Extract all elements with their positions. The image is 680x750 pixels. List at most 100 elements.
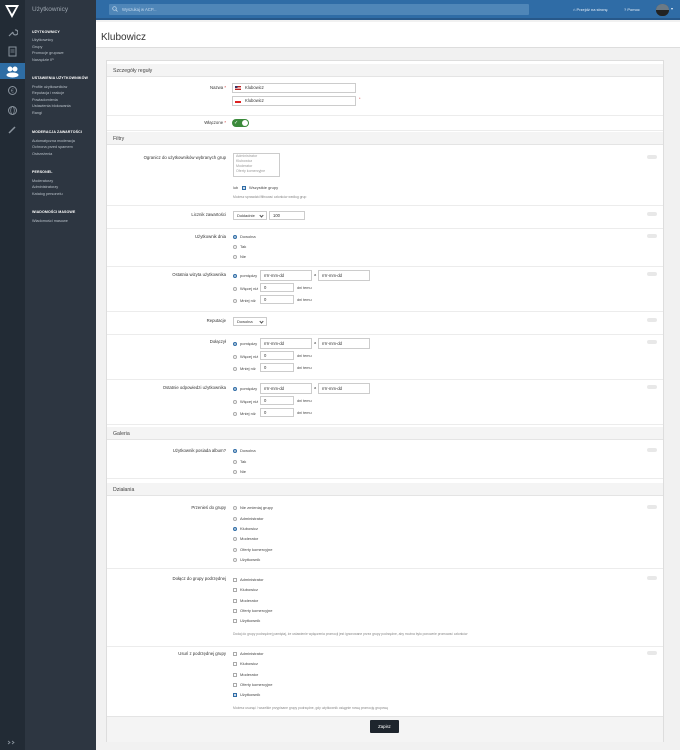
globe-icon[interactable] xyxy=(7,105,18,116)
date-from-input[interactable]: rrrr-mm-dd xyxy=(260,338,312,349)
lock-toggle[interactable] xyxy=(647,318,657,322)
save-button[interactable]: Zapisz xyxy=(370,720,399,733)
date-to-input[interactable]: rrrr-mm-dd xyxy=(318,383,370,394)
move-option[interactable]: Nie zmieniaj grupy xyxy=(233,505,273,510)
days-more-input[interactable]: 0 xyxy=(260,396,294,405)
nav-item-automoderation[interactable]: Automatyczna moderacja xyxy=(32,139,75,143)
nav-item-staff-directory[interactable]: Katalog personelu xyxy=(32,192,63,196)
radio-no[interactable]: Nie xyxy=(233,469,246,474)
nav-item-users[interactable]: Użytkownicy xyxy=(32,38,53,42)
date-from-input[interactable]: rrrr-mm-dd xyxy=(260,383,312,394)
add-option[interactable]: Administrator xyxy=(233,577,264,582)
date-to-input[interactable]: rrrr-mm-dd xyxy=(318,338,370,349)
lock-toggle[interactable] xyxy=(647,651,657,655)
move-group-label: Przenieś do grupy xyxy=(191,505,226,510)
search-input[interactable]: Wyszukaj w ACP... xyxy=(109,4,529,15)
lock-toggle[interactable] xyxy=(647,448,657,452)
remove-option[interactable]: Klubowicz xyxy=(233,661,258,666)
radio-less-than[interactable]: Mniej niż xyxy=(233,411,256,416)
radio-between[interactable]: pomiędzy xyxy=(233,341,257,346)
reputation-row: Reputacje Dowolna xyxy=(107,312,663,335)
move-option[interactable]: Użytkownik xyxy=(233,557,260,562)
nav-item-ip-tool[interactable]: Narzędzie IP xyxy=(32,58,54,62)
days-more-input[interactable]: 0 xyxy=(260,283,294,292)
date-from-input[interactable]: rrrr-mm-dd xyxy=(260,270,312,281)
nav-item-notifications[interactable]: Powiadomienia xyxy=(32,98,58,102)
radio-any[interactable]: Dowolna xyxy=(233,234,256,239)
days-ago-label: dni temu xyxy=(297,298,312,302)
name-label: Nazwa * xyxy=(209,85,226,90)
radio-yes[interactable]: Tak xyxy=(233,459,246,464)
lock-toggle[interactable] xyxy=(647,385,657,389)
lock-toggle[interactable] xyxy=(647,155,657,159)
move-option[interactable]: Administrator xyxy=(233,516,264,521)
remove-option[interactable]: Oferty komercyjne xyxy=(233,682,272,687)
reputation-select[interactable]: Dowolna xyxy=(233,317,267,326)
nav-item-profiles[interactable]: Profile użytkowników xyxy=(32,85,67,89)
nav-item-blocking[interactable]: Ustawienia blokowania xyxy=(32,104,71,108)
lock-toggle[interactable] xyxy=(647,340,657,344)
chevron-down-icon[interactable]: ▾ xyxy=(671,6,673,11)
content-count-input[interactable]: 100 xyxy=(269,211,305,220)
lock-toggle[interactable] xyxy=(647,272,657,276)
section-gallery: Galeria xyxy=(107,427,663,440)
radio-more-than[interactable]: Więcej niż xyxy=(233,354,258,359)
days-less-input[interactable]: 0 xyxy=(260,295,294,304)
radio-more-than[interactable]: Więcej niż xyxy=(233,399,258,404)
radio-between[interactable]: pomiędzy xyxy=(233,386,257,391)
users-icon[interactable] xyxy=(0,63,25,79)
move-option[interactable]: Oferty komercyjne xyxy=(233,547,272,552)
radio-less-than[interactable]: Mniej niż xyxy=(233,366,256,371)
help-link[interactable]: ? Pomoc xyxy=(624,7,640,12)
name-field-en[interactable]: Klubowicz xyxy=(232,83,356,93)
nav-item-bulk-mail[interactable]: Wiadomości masowe xyxy=(32,219,68,223)
lock-toggle[interactable] xyxy=(647,234,657,238)
add-option[interactable]: Moderator xyxy=(233,598,258,603)
nav-item-groups[interactable]: Grupy xyxy=(32,45,42,49)
lock-toggle[interactable] xyxy=(647,505,657,509)
radio-more-than[interactable]: Więcej niż xyxy=(233,286,258,291)
group-option[interactable]: Oferty komercyjne xyxy=(236,169,279,174)
days-less-input[interactable]: 0 xyxy=(260,363,294,372)
all-groups-checkbox[interactable]: Wszystkie grupy xyxy=(242,185,278,190)
move-option[interactable]: Moderator xyxy=(233,536,258,541)
date-to-input[interactable]: rrrr-mm-dd xyxy=(318,270,370,281)
radio-between[interactable]: pomiędzy xyxy=(233,273,257,278)
remove-option[interactable]: Administrator xyxy=(233,651,264,656)
brush-icon[interactable] xyxy=(7,124,18,135)
document-icon[interactable] xyxy=(7,46,18,57)
days-less-input[interactable]: 0 xyxy=(260,408,294,417)
groups-multiselect[interactable]: Administrator Klubowicz Moderator Oferty… xyxy=(233,153,280,177)
nav-item-group-promotions[interactable]: Promocje grupowe xyxy=(32,51,64,55)
radio-any[interactable]: Dowolna xyxy=(233,448,256,453)
remove-option[interactable]: Moderator xyxy=(233,672,258,677)
move-option[interactable]: Klubowicz xyxy=(233,526,258,531)
add-option[interactable]: Użytkownik xyxy=(233,618,260,623)
visit-site-link[interactable]: ⌂ Przejdź na stronę xyxy=(573,7,608,12)
nav-item-spam[interactable]: Ochrona przed spamem xyxy=(32,145,73,149)
remove-option[interactable]: Użytkownik xyxy=(233,692,260,697)
days-more-input[interactable]: 0 xyxy=(260,351,294,360)
nav-item-warnings[interactable]: Ostrzeżenia xyxy=(32,152,52,156)
avatar[interactable] xyxy=(656,4,669,16)
nav-item-ranks[interactable]: Rangi xyxy=(32,111,42,115)
name-field-pl[interactable]: Klubowicz xyxy=(232,96,356,106)
add-option[interactable]: Klubowicz xyxy=(233,587,258,592)
section-title: Filtry xyxy=(113,136,125,142)
content-count-mode-select[interactable]: Dokładnie xyxy=(233,211,267,220)
enabled-toggle[interactable]: ✓ xyxy=(232,119,249,127)
radio-less-than[interactable]: Mniej niż xyxy=(233,298,256,303)
euro-icon[interactable]: € xyxy=(7,85,18,96)
add-option[interactable]: Oferty komercyjne xyxy=(233,608,272,613)
radio-yes[interactable]: Tak xyxy=(233,244,246,249)
radio-no[interactable]: Nie xyxy=(233,254,246,259)
nav-group-title: WIADOMOŚCI MASOWE xyxy=(32,210,76,214)
nav-item-administrators[interactable]: Administratorzy xyxy=(32,185,58,189)
logo-icon[interactable] xyxy=(5,5,19,18)
nav-item-reputation[interactable]: Reputacja i reakcje xyxy=(32,91,64,95)
collapse-icon[interactable] xyxy=(7,740,15,745)
lock-toggle[interactable] xyxy=(647,576,657,580)
wrench-icon[interactable] xyxy=(7,27,18,38)
nav-item-moderators[interactable]: Moderatorzy xyxy=(32,179,53,183)
lock-toggle[interactable] xyxy=(647,212,657,216)
